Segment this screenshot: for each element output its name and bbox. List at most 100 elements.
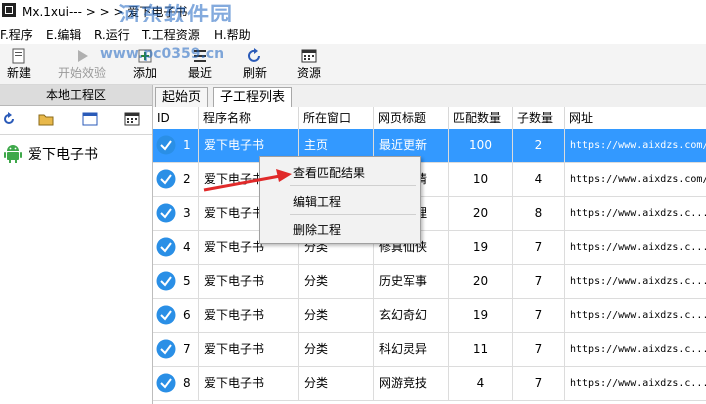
checkbox-checked-icon[interactable] [156, 169, 176, 189]
android-icon [4, 145, 22, 163]
table-header: ID 程序名称 所在窗口 网页标题 匹配数量 子数量 网址 [153, 107, 706, 130]
new-button[interactable]: 新建 [2, 44, 36, 84]
row-id: 4 [183, 240, 191, 254]
cell-id: 3 [153, 197, 199, 230]
cell-sub-count: 4 [513, 163, 565, 196]
resource-button[interactable]: 资源 [292, 44, 326, 84]
cell-match-count: 19 [449, 231, 513, 264]
play-icon [78, 50, 88, 62]
calendar-icon [301, 49, 317, 63]
menu-project-resources[interactable]: T.工程资源 [142, 26, 200, 43]
tab-sub-project-list[interactable]: 子工程列表 [213, 87, 293, 108]
cell-match-count: 20 [449, 265, 513, 298]
cell-page-title: 历史军事 [374, 265, 449, 298]
cell-url: https://www.aixdzs.c... [570, 378, 706, 389]
checkbox-checked-icon[interactable] [156, 339, 176, 359]
refresh-icon [248, 48, 260, 62]
cell-sub-count: 7 [513, 265, 565, 298]
cell-program-name: 爱下电子书 [199, 333, 299, 366]
checkbox-checked-icon[interactable] [156, 135, 176, 155]
table-row[interactable]: 7 爱下电子书 分类 科幻灵异 11 7 https://www.aixdzs.c... [153, 333, 706, 367]
menu-item-view-match-results[interactable]: 查看匹配结果 [293, 164, 365, 181]
row-id: 3 [183, 206, 191, 220]
header-window[interactable]: 所在窗口 [299, 107, 374, 129]
cell-id: 6 [153, 299, 199, 332]
table-row[interactable]: 8 爱下电子书 分类 网游竞技 4 7 https://www.aixdzs.c... [153, 367, 706, 401]
cell-id: 7 [153, 333, 199, 366]
cell-id: 8 [153, 367, 199, 400]
title-bar: Mx.1xui--- > > > 爱下电子书 河东软件园 [0, 0, 706, 29]
cell-window: 分类 [299, 367, 374, 400]
cell-sub-count: 7 [513, 333, 565, 366]
cell-program-name: 爱下电子书 [199, 265, 299, 298]
checkbox-checked-icon[interactable] [156, 237, 176, 257]
cell-match-count: 11 [449, 333, 513, 366]
tree-item-label: 爱下电子书 [28, 147, 98, 163]
recent-label: 最近 [187, 66, 212, 80]
table-row[interactable]: 4 爱下电子书 分类 修真仙侠 19 7 https://www.aixdzs.c... [153, 231, 706, 265]
header-sub-count[interactable]: 子数量 [513, 107, 565, 129]
start-verify-label: 开始效验 [57, 66, 106, 80]
cell-program-name: 爱下电子书 [199, 299, 299, 332]
header-url[interactable]: 网址 [565, 107, 706, 129]
cell-id: 1 [153, 129, 199, 162]
checkbox-checked-icon[interactable] [156, 305, 176, 325]
row-id: 6 [183, 308, 191, 322]
checkbox-checked-icon[interactable] [156, 271, 176, 291]
cell-url: https://www.aixdzs.c... [570, 208, 706, 219]
refresh-icon[interactable] [2, 112, 18, 126]
watermark-site: www.pc0359.cn [100, 46, 225, 62]
sub-project-table: ID 程序名称 所在窗口 网页标题 匹配数量 子数量 网址 1 爱下电子书 主页 最近… [153, 107, 706, 404]
table-row[interactable]: 5 爱下电子书 分类 历史军事 20 7 https://www.aixdzs.c... [153, 265, 706, 299]
open-folder-icon[interactable] [38, 112, 54, 126]
cell-sub-count: 2 [513, 129, 565, 162]
row-id: 2 [183, 172, 191, 186]
cell-url: https://www.aixdzs.com/ [565, 129, 706, 162]
cell-id: 5 [153, 265, 199, 298]
tab-start-page[interactable]: 起始页 [155, 87, 209, 107]
checkbox-checked-icon[interactable] [156, 373, 176, 393]
window-icon[interactable] [82, 112, 98, 126]
cell-url: https://www.aixdzs.c... [570, 344, 706, 355]
header-program-name[interactable]: 程序名称 [199, 107, 299, 129]
menu-run[interactable]: R.运行 [94, 26, 130, 43]
table-row[interactable]: 6 爱下电子书 分类 玄幻奇幻 19 7 https://www.aixdzs.c... [153, 299, 706, 333]
cell-id: 2 [153, 163, 199, 196]
cell-url: https://www.aixdzs.c... [570, 310, 706, 321]
refresh-button[interactable]: 刷新 [238, 44, 272, 84]
cell-match-count: 20 [449, 197, 513, 230]
cell-page-title: 玄幻奇幻 [374, 299, 449, 332]
menu-bar: F.程序 E.编辑 R.运行 T.工程资源 H.帮助 [0, 22, 706, 44]
header-id[interactable]: ID [153, 107, 199, 129]
cell-sub-count: 7 [513, 231, 565, 264]
checkbox-checked-icon[interactable] [156, 203, 176, 223]
row-id: 1 [183, 138, 191, 152]
cell-match-count: 4 [449, 367, 513, 400]
cell-sub-count: 7 [513, 299, 565, 332]
cell-id: 4 [153, 231, 199, 264]
menu-separator [290, 214, 416, 215]
new-file-icon [12, 48, 25, 64]
refresh-label: 刷新 [242, 66, 267, 80]
menu-item-delete-project[interactable]: 删除工程 [293, 221, 341, 238]
local-project-panel: 本地工程区 爱下电子书 [0, 85, 153, 404]
add-label: 添加 [132, 66, 157, 80]
menu-item-edit-project[interactable]: 编辑工程 [293, 193, 341, 210]
menu-edit[interactable]: E.编辑 [46, 26, 81, 43]
menu-program[interactable]: F.程序 [0, 26, 33, 43]
row-id: 8 [183, 376, 191, 390]
tab-bar: 起始页 子工程列表 [153, 85, 706, 108]
calendar-icon[interactable] [124, 112, 140, 126]
table-row[interactable]: 3爱下电子书分类悬疑推理208https://www.aixdzs.c... [153, 197, 706, 231]
table-row[interactable]: 1 爱下电子书 主页 最近更新 100 2 https://www.aixdzs.com/ [153, 129, 706, 163]
header-match-count[interactable]: 匹配数量 [449, 107, 513, 129]
cell-url: https://www.aixdzs.c... [570, 242, 706, 253]
header-page-title[interactable]: 网页标题 [374, 107, 449, 129]
app-icon [2, 3, 16, 17]
cell-sub-count: 7 [513, 367, 565, 400]
cell-program-name: 爱下电子书 [199, 367, 299, 400]
sidebar-title: 本地工程区 [0, 85, 152, 106]
row-id: 5 [183, 274, 191, 288]
menu-help[interactable]: H.帮助 [214, 26, 251, 43]
resource-label: 资源 [296, 66, 321, 80]
